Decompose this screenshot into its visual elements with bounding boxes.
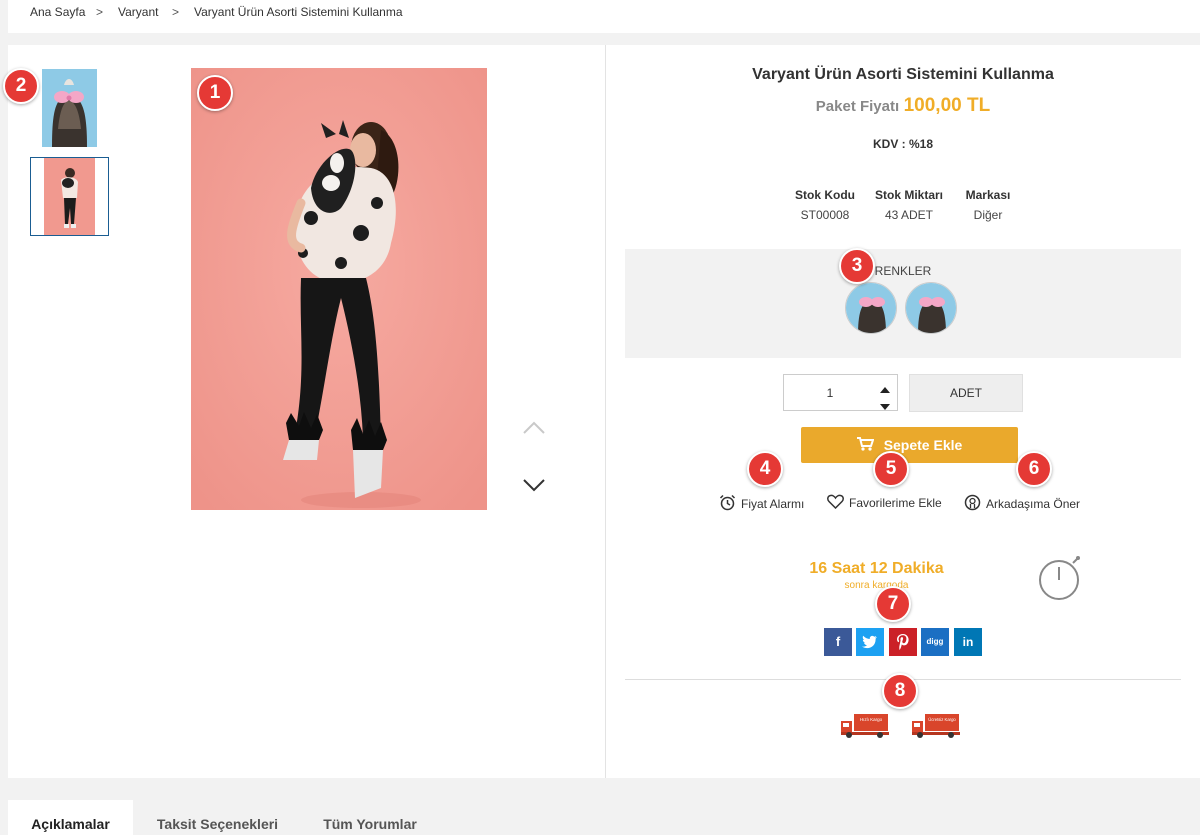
- marker-1: 1: [197, 75, 233, 111]
- marker-6: 6: [1016, 451, 1052, 487]
- share-linkedin-button[interactable]: in: [954, 628, 982, 656]
- unit-select[interactable]: ADET: [909, 374, 1023, 412]
- breadcrumb-home-link[interactable]: Ana Sayfa: [30, 5, 85, 19]
- breadcrumb: Ana Sayfa > Varyant > Varyant Ürün Asort…: [8, 0, 1200, 33]
- breadcrumb-category-link[interactable]: Varyant: [118, 5, 158, 19]
- tab-installments[interactable]: Taksit Seçenekleri: [140, 800, 295, 835]
- marker-7: 7: [875, 586, 911, 622]
- colors-label: RENKLER: [874, 264, 932, 278]
- spec-label: Stok Kodu: [795, 188, 855, 202]
- marker-8: 8: [882, 673, 918, 709]
- color-swatch-1[interactable]: [845, 282, 897, 334]
- free-shipping-text: Ücretsiz Kargo: [928, 717, 956, 722]
- quantity-stepper: [783, 374, 898, 411]
- quantity-input[interactable]: [784, 375, 876, 410]
- tab-all-reviews[interactable]: Tüm Yorumlar: [305, 800, 435, 835]
- fast-shipping-text: Hızlı Kargo: [860, 717, 883, 722]
- spec-label: Stok Miktarı: [874, 188, 943, 202]
- fast-shipping-badge: Hızlı Kargo: [840, 713, 890, 744]
- shipping-countdown-suffix: sonra kargoda: [844, 580, 909, 591]
- breadcrumb-current: Varyant Ürün Asorti Sistemini Kullanma: [194, 5, 403, 19]
- user-circle-icon: [964, 494, 981, 514]
- share-twitter-button[interactable]: [856, 628, 884, 656]
- marker-5: 5: [873, 451, 909, 487]
- add-to-favorites-button[interactable]: Favorilerime Ekle: [827, 494, 942, 512]
- recommend-to-friend-button[interactable]: Arkadaşıma Öner: [964, 494, 1080, 514]
- product-thumbnail-2[interactable]: [30, 157, 109, 236]
- heart-icon: [827, 494, 844, 512]
- column-divider: [605, 45, 606, 778]
- product-title: Varyant Ürün Asorti Sistemini Kullanma: [752, 66, 1054, 83]
- price-value: 100,00 TL: [903, 95, 991, 116]
- tab-description[interactable]: Açıklamalar: [8, 800, 133, 835]
- add-to-cart-button[interactable]: Sepete Ekle: [801, 427, 1018, 463]
- product-main-image[interactable]: [191, 68, 487, 510]
- recommend-label: Arkadaşıma Öner: [986, 497, 1081, 511]
- chevron-up-icon[interactable]: [522, 420, 546, 436]
- favorites-label: Favorilerime Ekle: [849, 496, 942, 510]
- spec-brand: Markası Diğer: [958, 188, 1018, 222]
- twitter-icon: [862, 635, 878, 652]
- breadcrumb-separator: >: [96, 5, 104, 19]
- caret-up-icon[interactable]: [880, 380, 890, 398]
- price-alarm-button[interactable]: Fiyat Alarmı: [719, 494, 804, 514]
- share-pinterest-button[interactable]: [889, 628, 917, 656]
- spec-value: ST00008: [800, 208, 850, 222]
- share-digg-button[interactable]: digg: [921, 628, 949, 656]
- spec-stock-code: Stok Kodu ST00008: [790, 188, 860, 222]
- price-alarm-label: Fiyat Alarmı: [741, 497, 805, 511]
- marker-4: 4: [747, 451, 783, 487]
- spec-stock-quantity: Stok Miktarı 43 ADET: [870, 188, 948, 222]
- alarm-clock-icon: [719, 494, 736, 514]
- marker-2: 2: [3, 68, 39, 104]
- price-row: Paket Fiyatı 100,00 TL: [606, 95, 1200, 117]
- spec-value: 43 ADET: [884, 208, 934, 222]
- chevron-down-icon[interactable]: [522, 477, 546, 493]
- pinterest-icon: [897, 634, 909, 653]
- cart-icon: [856, 428, 875, 464]
- color-swatch-2[interactable]: [905, 282, 957, 334]
- breadcrumb-separator: >: [172, 5, 180, 19]
- share-facebook-button[interactable]: f: [824, 628, 852, 656]
- shipping-countdown: 16 Saat 12 Dakika: [809, 560, 944, 577]
- kdv-label: KDV : %18: [872, 137, 934, 151]
- stopwatch-icon: [1037, 554, 1083, 607]
- product-thumbnail-1[interactable]: [42, 69, 97, 147]
- spec-value: Diğer: [973, 208, 1003, 222]
- price-label: Paket Fiyatı: [815, 98, 900, 115]
- marker-3: 3: [839, 248, 875, 284]
- free-shipping-badge: Ücretsiz Kargo: [911, 713, 961, 744]
- spec-label: Markası: [965, 188, 1011, 202]
- caret-down-icon[interactable]: [880, 398, 890, 416]
